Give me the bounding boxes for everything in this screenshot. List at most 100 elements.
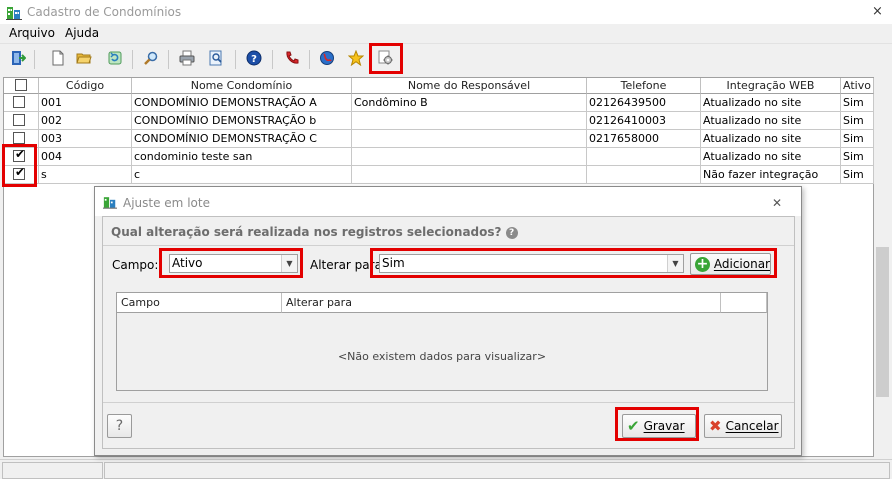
svg-text:?: ? xyxy=(251,54,257,65)
header-telefone[interactable]: Telefone xyxy=(587,78,701,94)
header-select-all[interactable] xyxy=(4,78,39,94)
cell-nome-responsavel[interactable] xyxy=(352,130,587,148)
row-checkbox[interactable] xyxy=(13,132,25,144)
header-nome-condominio[interactable]: Nome Condomínio xyxy=(132,78,352,94)
refresh-button[interactable] xyxy=(104,48,126,70)
dialog-title: Ajuste em lote xyxy=(123,196,210,210)
cell-telefone[interactable] xyxy=(587,148,701,166)
help-button[interactable]: ? xyxy=(243,48,265,70)
cell-nome-condominio[interactable]: c xyxy=(132,166,352,184)
cell-nome-condominio[interactable]: CONDOMÍNIO DEMONSTRAÇÃO b xyxy=(132,112,352,130)
phone-icon xyxy=(284,50,300,69)
select-all-checkbox[interactable] xyxy=(15,79,27,91)
row-checkbox[interactable] xyxy=(13,96,25,108)
cell-telefone[interactable]: 02126410003 xyxy=(587,112,701,130)
cell-integracao-web[interactable]: Não fazer integração xyxy=(701,166,841,184)
highlight-selected-rows xyxy=(2,144,37,187)
print-preview-icon xyxy=(208,50,224,69)
favorite-button[interactable] xyxy=(345,48,367,70)
cell-ativo[interactable]: Sim xyxy=(841,166,874,184)
dialog-close-button[interactable]: ✕ xyxy=(772,196,782,210)
cancel-button-label: Cancelar xyxy=(725,419,779,433)
header-nome-responsavel[interactable]: Nome do Responsável xyxy=(352,78,587,94)
highlight-alterar-adicionar xyxy=(370,248,777,278)
toolbar-separator xyxy=(272,50,273,69)
cell-telefone[interactable]: 0217658000 xyxy=(587,130,701,148)
cell-ativo[interactable]: Sim xyxy=(841,130,874,148)
status-panel xyxy=(104,462,890,479)
menu-bar: Arquivo Ajuda xyxy=(0,24,892,43)
toolbar: ? xyxy=(0,43,892,74)
exit-button[interactable] xyxy=(7,48,29,70)
toolbar-separator xyxy=(235,50,236,69)
empty-grid-message: <Não existem dados para visualizar> xyxy=(337,350,547,363)
star-icon xyxy=(347,49,365,69)
cell-select[interactable] xyxy=(4,112,39,130)
cell-ativo[interactable]: Sim xyxy=(841,148,874,166)
subgrid-header-alterar-para[interactable]: Alterar para xyxy=(282,293,721,313)
question-label: Qual alteração será realizada nos regist… xyxy=(111,225,518,239)
title-bar: Cadastro de Condomínios × xyxy=(0,0,892,24)
search-icon xyxy=(143,50,159,69)
vertical-scrollbar[interactable] xyxy=(874,77,891,457)
building-icon xyxy=(103,195,117,212)
cell-telefone[interactable] xyxy=(587,166,701,184)
cell-select[interactable] xyxy=(4,94,39,112)
open-folder-icon xyxy=(76,50,92,69)
cell-nome-responsavel[interactable] xyxy=(352,148,587,166)
subgrid-header-extra xyxy=(721,293,767,313)
header-ativo[interactable]: Ativo xyxy=(841,78,874,94)
refresh-icon xyxy=(107,50,123,69)
cell-nome-condominio[interactable]: CONDOMÍNIO DEMONSTRAÇÃO A xyxy=(132,94,352,112)
highlight-campo xyxy=(159,248,303,278)
web-button[interactable] xyxy=(316,48,338,70)
changes-grid: Campo Alterar para <Não existem dados pa… xyxy=(116,292,768,391)
cell-integracao-web[interactable]: Atualizado no site xyxy=(701,148,841,166)
subgrid-header-campo[interactable]: Campo xyxy=(117,293,282,313)
status-panel xyxy=(2,462,103,479)
status-bar xyxy=(0,459,892,479)
cancel-x-icon: ✖ xyxy=(709,416,722,435)
menu-arquivo[interactable]: Arquivo xyxy=(9,26,55,40)
cell-nome-condominio[interactable]: CONDOMÍNIO DEMONSTRAÇÃO C xyxy=(132,130,352,148)
web-icon xyxy=(319,50,335,69)
dialog-title-bar: Ajuste em lote ✕ xyxy=(95,187,801,216)
highlight-gravar xyxy=(615,407,699,441)
new-button[interactable] xyxy=(47,48,69,70)
cell-integracao-web[interactable]: Atualizado no site xyxy=(701,94,841,112)
print-button[interactable] xyxy=(176,48,198,70)
search-button[interactable] xyxy=(140,48,162,70)
open-button[interactable] xyxy=(73,48,95,70)
toolbar-separator xyxy=(309,50,310,69)
cell-codigo[interactable]: 003 xyxy=(39,130,132,148)
menu-ajuda[interactable]: Ajuda xyxy=(65,26,99,40)
cell-codigo[interactable]: 004 xyxy=(39,148,132,166)
window-close-button[interactable]: × xyxy=(872,4,883,19)
cell-telefone[interactable]: 02126439500 xyxy=(587,94,701,112)
cancel-button[interactable]: ✖ Cancelar xyxy=(704,414,782,438)
help-dialog-button[interactable]: ? xyxy=(107,414,132,438)
header-codigo[interactable]: Código xyxy=(39,78,132,94)
scrollbar-thumb[interactable] xyxy=(876,247,889,397)
cell-nome-responsavel[interactable] xyxy=(352,166,587,184)
header-integracao-web[interactable]: Integração WEB xyxy=(701,78,841,94)
campo-label: Campo: xyxy=(112,258,159,272)
row-checkbox[interactable] xyxy=(13,114,25,126)
cell-integracao-web[interactable]: Atualizado no site xyxy=(701,112,841,130)
help-icon: ? xyxy=(246,50,262,69)
print-preview-button[interactable] xyxy=(205,48,227,70)
building-icon xyxy=(6,5,22,23)
cell-integracao-web[interactable]: Atualizado no site xyxy=(701,130,841,148)
cell-nome-responsavel[interactable] xyxy=(352,112,587,130)
cell-codigo[interactable]: 002 xyxy=(39,112,132,130)
cell-codigo[interactable]: 001 xyxy=(39,94,132,112)
highlight-batch-adjust xyxy=(369,43,403,74)
cell-nome-responsavel[interactable]: Condômino B xyxy=(352,94,587,112)
print-icon xyxy=(179,50,195,69)
cell-codigo[interactable]: s xyxy=(39,166,132,184)
toolbar-separator xyxy=(168,50,169,69)
cell-ativo[interactable]: Sim xyxy=(841,94,874,112)
cell-nome-condominio[interactable]: condominio teste san xyxy=(132,148,352,166)
cell-ativo[interactable]: Sim xyxy=(841,112,874,130)
phone-button[interactable] xyxy=(281,48,303,70)
